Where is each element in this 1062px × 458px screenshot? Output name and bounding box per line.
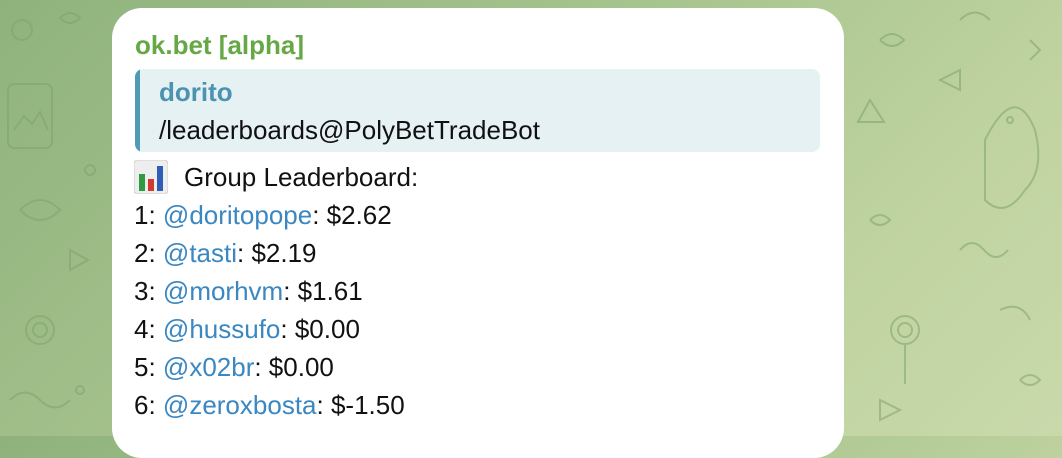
message-sender-name[interactable]: ok.bet [alpha] bbox=[135, 30, 304, 61]
leaderboard-row: 2: @tasti: $2.19 bbox=[134, 234, 418, 272]
leaderboard: Group Leaderboard: 1: @doritopope: $2.62… bbox=[134, 158, 418, 424]
user-mention-link[interactable]: @x02br bbox=[163, 352, 254, 382]
user-mention-link[interactable]: @tasti bbox=[163, 238, 237, 268]
amount: : $1.61 bbox=[283, 276, 363, 306]
rank: 5: bbox=[134, 352, 156, 382]
reply-text: /leaderboards@PolyBetTradeBot bbox=[159, 115, 540, 145]
rank: 1: bbox=[134, 200, 156, 230]
user-mention-link[interactable]: @morhvm bbox=[163, 276, 283, 306]
amount: : $-1.50 bbox=[316, 390, 405, 420]
leaderboard-row: 6: @zeroxbosta: $-1.50 bbox=[134, 386, 418, 424]
amount: : $0.00 bbox=[254, 352, 334, 382]
reply-quote[interactable]: dorito /leaderboards@PolyBetTradeBot bbox=[135, 69, 820, 152]
reply-accent-bar bbox=[135, 69, 140, 152]
rank: 4: bbox=[134, 314, 156, 344]
user-mention-link[interactable]: @hussufo bbox=[163, 314, 280, 344]
amount: : $2.19 bbox=[237, 238, 317, 268]
reply-author: dorito bbox=[159, 77, 233, 107]
leaderboard-row: 4: @hussufo: $0.00 bbox=[134, 310, 418, 348]
user-mention-link[interactable]: @doritopope bbox=[163, 200, 312, 230]
leaderboard-row: 5: @x02br: $0.00 bbox=[134, 348, 418, 386]
leaderboard-title: Group Leaderboard: bbox=[184, 162, 419, 192]
rank: 2: bbox=[134, 238, 156, 268]
leaderboard-row: 1: @doritopope: $2.62 bbox=[134, 196, 418, 234]
rank: 3: bbox=[134, 276, 156, 306]
leaderboard-row: 3: @morhvm: $1.61 bbox=[134, 272, 418, 310]
leaderboard-title-row: Group Leaderboard: bbox=[134, 158, 418, 196]
amount: : $0.00 bbox=[280, 314, 360, 344]
rank: 6: bbox=[134, 390, 156, 420]
amount: : $2.62 bbox=[312, 200, 392, 230]
bar-chart-icon bbox=[134, 160, 168, 194]
user-mention-link[interactable]: @zeroxbosta bbox=[163, 390, 317, 420]
